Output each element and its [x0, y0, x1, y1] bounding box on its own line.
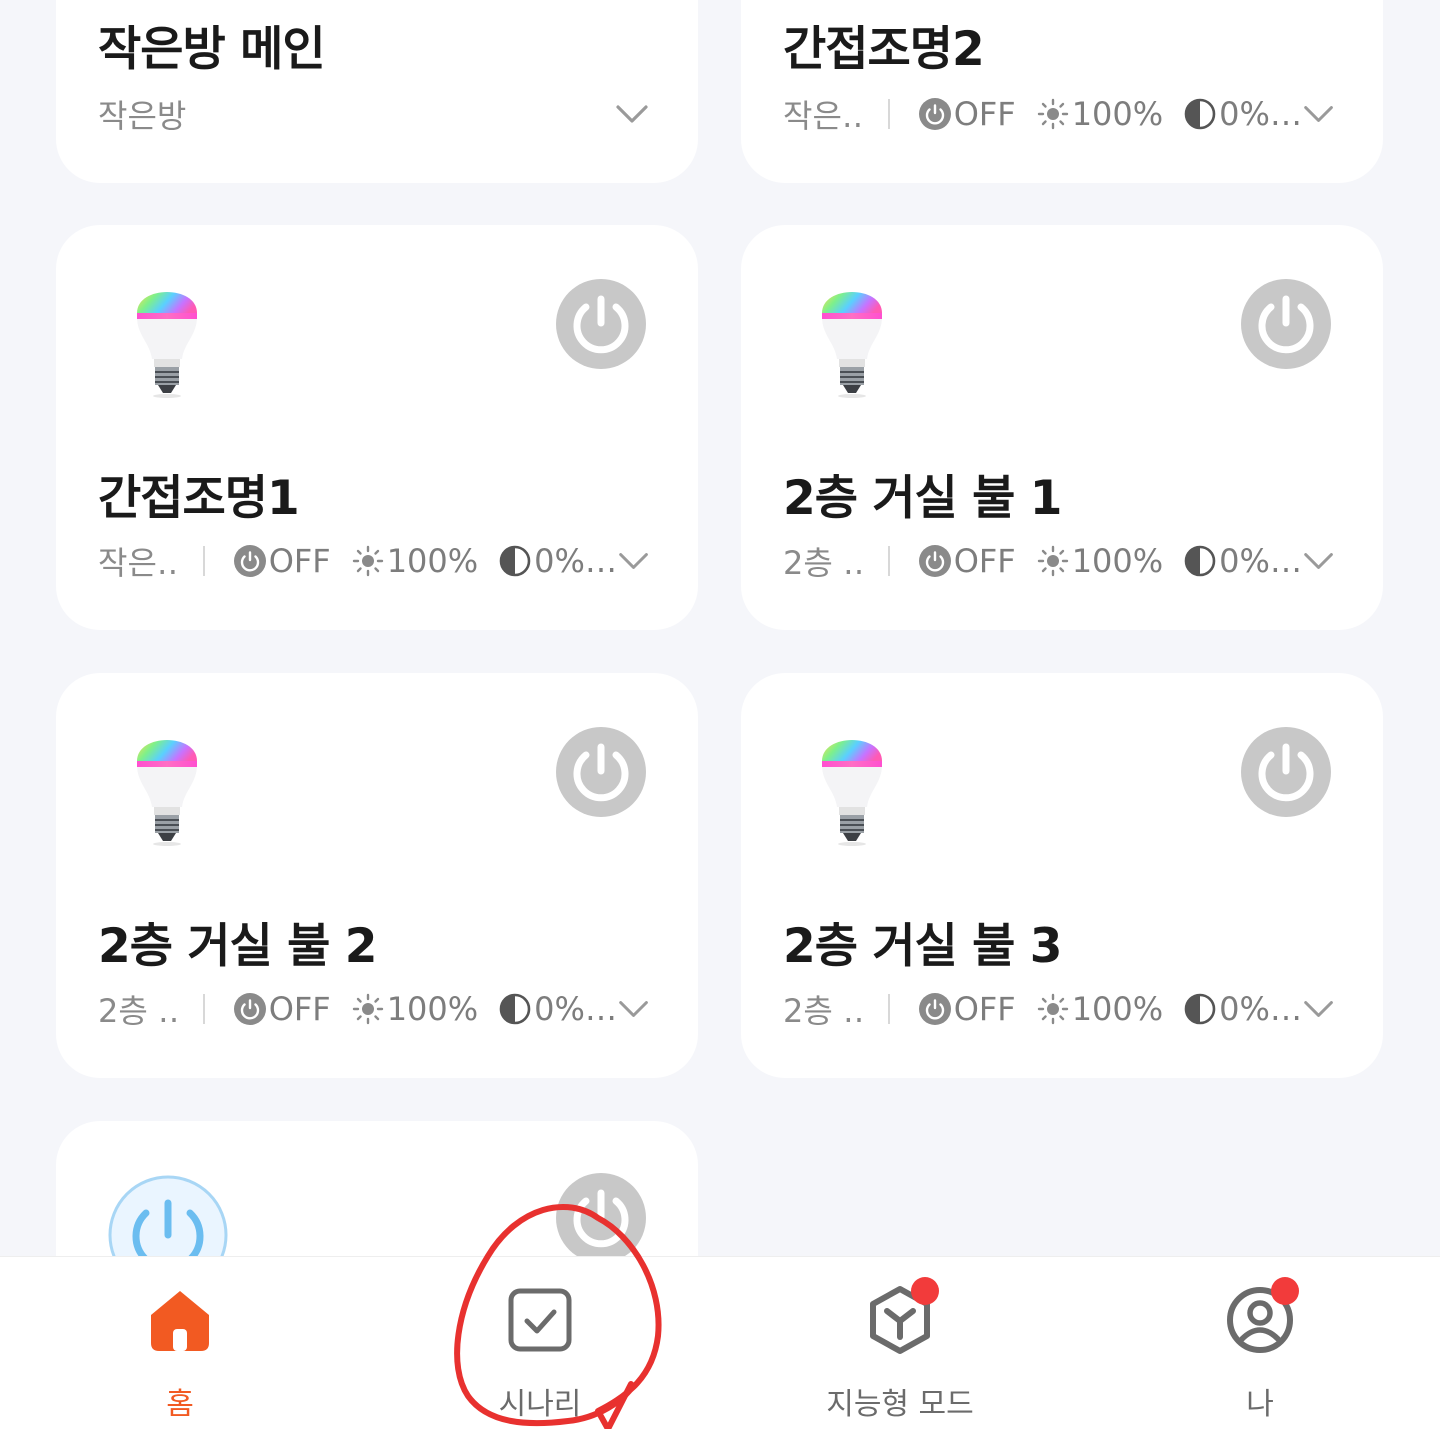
color-temp-value: 0%…: [1219, 990, 1302, 1028]
color-temp-icon: [1183, 544, 1217, 578]
rgb-bulb-icon: [122, 721, 212, 851]
device-status-row: 2층 … OFF 100% 0%…: [783, 536, 1335, 586]
brightness-value: 100%: [1071, 990, 1164, 1028]
tab-smart-mode[interactable]: 지능형 모드: [720, 1257, 1080, 1430]
power-status: OFF: [268, 990, 331, 1028]
brightness-value: 100%: [386, 990, 479, 1028]
power-status-icon: [918, 992, 952, 1026]
power-status-icon: [233, 992, 267, 1026]
device-room: 2층 …: [783, 544, 864, 582]
tab-scenario[interactable]: 시나리: [360, 1257, 720, 1430]
device-name: 2층 거실 불 3: [783, 919, 1062, 974]
bottom-tab-bar: 홈 시나리 지능형 모드 나: [0, 1256, 1440, 1430]
device-card[interactable]: 작은방 메인 작은방: [56, 0, 698, 183]
color-temp-value: 0%…: [1219, 95, 1302, 133]
power-icon: [556, 1173, 646, 1263]
power-icon: [1241, 279, 1331, 369]
power-status: OFF: [953, 990, 1016, 1028]
color-temp-icon: [1183, 992, 1217, 1026]
notification-badge: [1271, 1277, 1299, 1305]
home-icon: [151, 1291, 209, 1351]
chevron-down-icon[interactable]: [617, 543, 650, 579]
color-temp-value: 0%…: [534, 990, 617, 1028]
device-room: 작은방: [98, 97, 187, 135]
power-toggle-button[interactable]: [556, 1173, 646, 1263]
chevron-down-icon[interactable]: [1302, 543, 1335, 579]
brightness-icon: [1036, 97, 1070, 131]
device-status-row: 2층 … OFF 100% 0%…: [98, 984, 650, 1034]
device-name: 간접조명1: [98, 471, 300, 526]
device-status-row: 작은방: [98, 89, 650, 139]
scenario-check-icon: [508, 1288, 572, 1352]
tab-label: 나: [1246, 1387, 1274, 1422]
color-temp-icon: [498, 992, 532, 1026]
power-status-icon: [918, 97, 952, 131]
device-card[interactable]: 2층 거실 불 2 2층 … OFF 100% 0%…: [56, 673, 698, 1078]
brightness-value: 100%: [1071, 95, 1164, 133]
power-icon: [556, 727, 646, 817]
rgb-bulb-icon: [807, 721, 897, 851]
chevron-down-icon[interactable]: [617, 991, 650, 1027]
power-status: OFF: [953, 95, 1016, 133]
brightness-icon: [351, 544, 385, 578]
device-status-row: 작은… OFF 100% 0%…: [783, 89, 1335, 139]
tab-label: 지능형 모드: [826, 1387, 974, 1422]
color-temp-value: 0%…: [534, 542, 617, 580]
device-status-row: 2층 … OFF 100% 0%…: [783, 984, 1335, 1034]
chevron-down-icon[interactable]: [1302, 96, 1335, 132]
power-toggle-button[interactable]: [1241, 279, 1331, 369]
divider: [202, 546, 205, 576]
power-icon: [1241, 727, 1331, 817]
device-card[interactable]: 간접조명1 작은… OFF 100% 0%…: [56, 225, 698, 630]
brightness-icon: [1036, 544, 1070, 578]
device-status-row: 작은… OFF 100% 0%…: [98, 536, 650, 586]
tab-label: 시나리: [498, 1387, 582, 1422]
brightness-icon: [1036, 992, 1070, 1026]
rgb-bulb-icon: [807, 273, 897, 403]
divider: [887, 99, 890, 129]
power-status-icon: [918, 544, 952, 578]
tab-me[interactable]: 나: [1080, 1257, 1440, 1430]
device-room: 2층 …: [783, 992, 864, 1030]
power-toggle-button[interactable]: [1241, 727, 1331, 817]
brightness-value: 100%: [1071, 542, 1164, 580]
power-icon: [556, 279, 646, 369]
device-card[interactable]: 2층 거실 불 3 2층 … OFF 100% 0%…: [741, 673, 1383, 1078]
device-room: 작은…: [98, 544, 179, 582]
color-temp-icon: [1183, 97, 1217, 131]
color-temp-icon: [498, 544, 532, 578]
chevron-down-icon[interactable]: [1302, 991, 1335, 1027]
device-card[interactable]: 간접조명2 작은… OFF 100% 0%…: [741, 0, 1383, 183]
color-temp-value: 0%…: [1219, 542, 1302, 580]
device-name: 작은방 메인: [98, 22, 326, 77]
power-status: OFF: [953, 542, 1016, 580]
chevron-down-icon[interactable]: [614, 96, 650, 132]
device-name: 2층 거실 불 1: [783, 471, 1062, 526]
notification-badge: [911, 1277, 939, 1305]
divider: [887, 546, 890, 576]
device-room: 2층 …: [98, 992, 179, 1030]
divider: [202, 994, 205, 1024]
power-status: OFF: [268, 542, 331, 580]
power-toggle-button[interactable]: [556, 279, 646, 369]
brightness-value: 100%: [386, 542, 479, 580]
brightness-icon: [351, 992, 385, 1026]
tab-home[interactable]: 홈: [0, 1257, 360, 1430]
power-status-icon: [233, 544, 267, 578]
divider: [887, 994, 890, 1024]
device-card[interactable]: 2층 거실 불 1 2층 … OFF 100% 0%…: [741, 225, 1383, 630]
device-room: 작은…: [783, 97, 864, 135]
tab-label: 홈: [166, 1387, 194, 1422]
power-toggle-button[interactable]: [556, 727, 646, 817]
rgb-bulb-icon: [122, 273, 212, 403]
device-name: 2층 거실 불 2: [98, 919, 377, 974]
device-name: 간접조명2: [783, 22, 985, 77]
